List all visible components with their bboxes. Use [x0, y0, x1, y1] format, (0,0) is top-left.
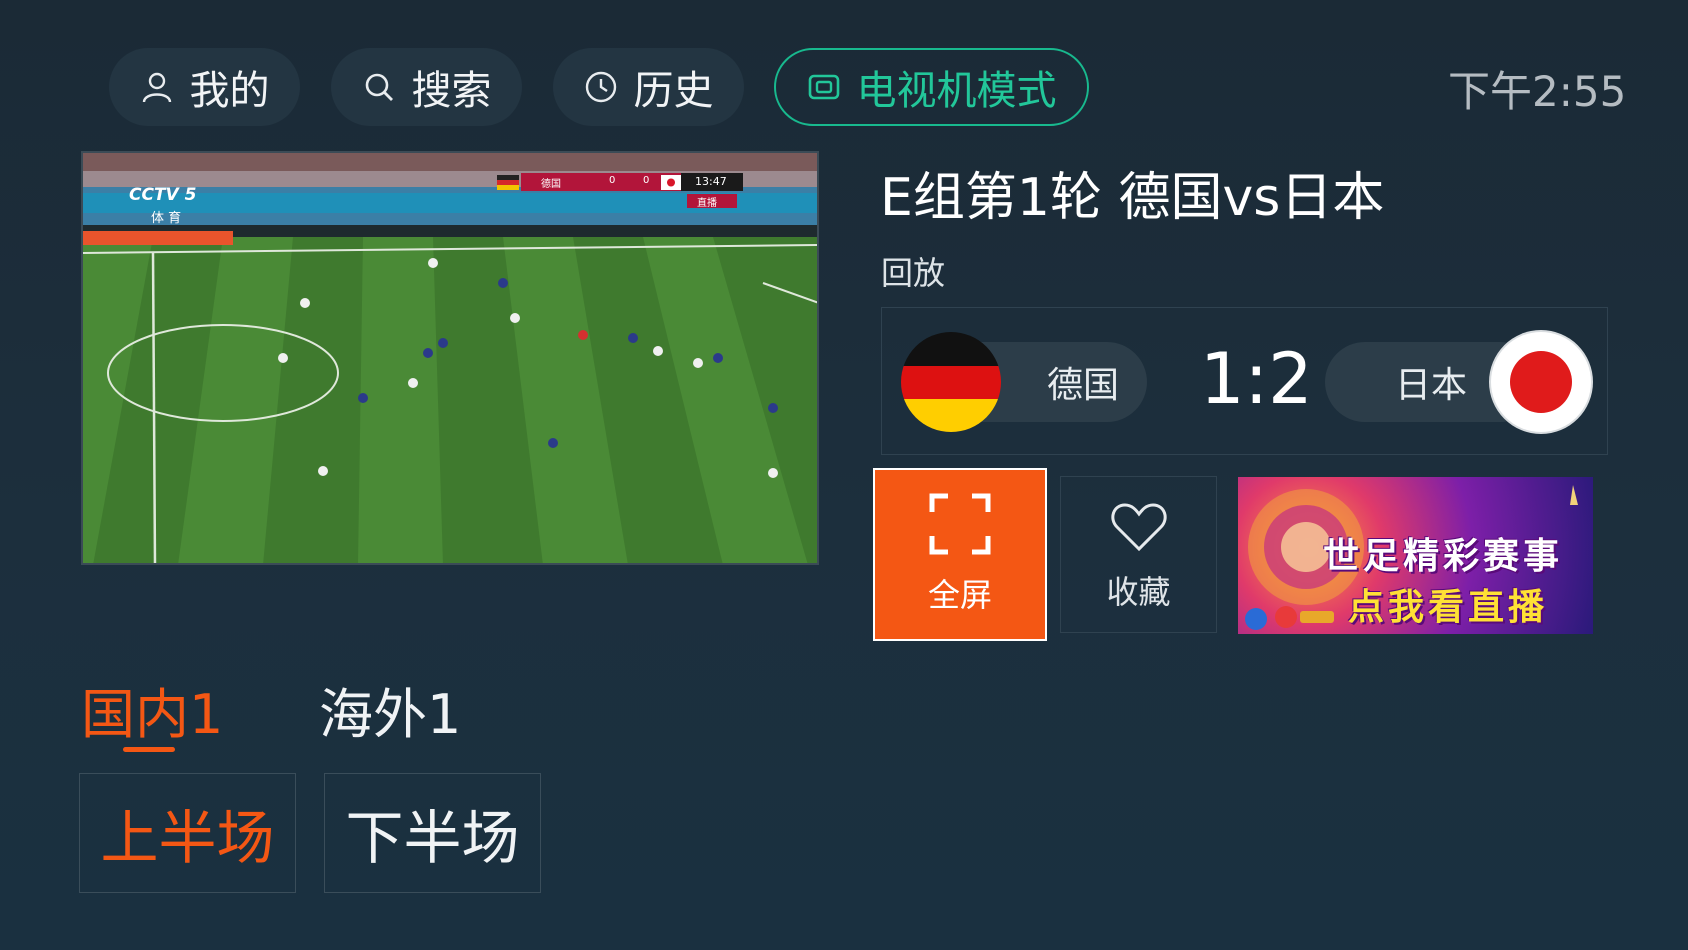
video-player[interactable]: CCTV 5 体 育 德国 0 0 日本 13:47 直播: [81, 151, 819, 565]
promo-line-1: 世足精彩赛事: [1323, 536, 1564, 577]
search-icon: [365, 73, 393, 101]
overlay-home-score: 0: [609, 175, 616, 186]
football-pitch-image: [83, 153, 817, 563]
second-half-button[interactable]: 下半场: [324, 773, 541, 893]
fullscreen-icon: [929, 493, 991, 555]
overlay-home-team: 德国: [541, 179, 561, 190]
replay-label: 回放: [881, 254, 946, 292]
favorite-label: 收藏: [1106, 573, 1171, 611]
nav-history-button[interactable]: 历史: [553, 48, 744, 126]
user-icon: [142, 72, 171, 103]
channel-logo: CCTV 5: [129, 185, 197, 205]
home-team-name: 德国: [1047, 365, 1120, 406]
away-team-name: 日本: [1395, 365, 1468, 406]
nav-tv-mode-button[interactable]: 电视机模式: [774, 48, 1089, 126]
scoreboard-card: 德国 1:2 日本: [881, 307, 1608, 455]
match-title: E组第1轮 德国vs日本: [880, 168, 1385, 228]
channel-sub: 体 育: [151, 211, 182, 226]
status-clock: 下午2:55: [1448, 67, 1627, 116]
nav-search-label: 搜索: [411, 68, 492, 114]
overlay-live-badge: 直播: [697, 198, 717, 209]
nav-search-button[interactable]: 搜索: [331, 48, 522, 126]
first-half-button[interactable]: 上半场: [79, 773, 296, 893]
overlay-away-score: 0: [643, 175, 650, 186]
nav-mine-label: 我的: [189, 68, 270, 114]
active-tab-indicator: [123, 747, 175, 752]
promo-banner[interactable]: 世足精彩赛事 点我看直播: [1238, 477, 1593, 634]
overlay-time: 13:47: [695, 175, 727, 188]
nav-history-label: 历史: [633, 68, 714, 114]
fullscreen-button[interactable]: 全屏: [873, 468, 1047, 641]
tab-source-domestic-1[interactable]: 国内1: [81, 670, 223, 749]
fullscreen-label: 全屏: [927, 576, 992, 614]
japan-flag-icon: [1491, 332, 1591, 432]
favorite-button[interactable]: 收藏: [1060, 476, 1217, 633]
tab-source-overseas-1[interactable]: 海外1: [319, 670, 461, 749]
nav-tv-mode-label: 电视机模式: [856, 68, 1057, 114]
clock-icon: [585, 71, 616, 103]
nav-mine-button[interactable]: 我的: [109, 48, 300, 126]
match-score: 1:2: [1200, 338, 1313, 420]
heart-icon: [1110, 503, 1167, 552]
germany-flag-icon: [901, 332, 1001, 432]
tv-icon: [808, 74, 839, 100]
promo-line-2: 点我看直播: [1348, 587, 1549, 628]
